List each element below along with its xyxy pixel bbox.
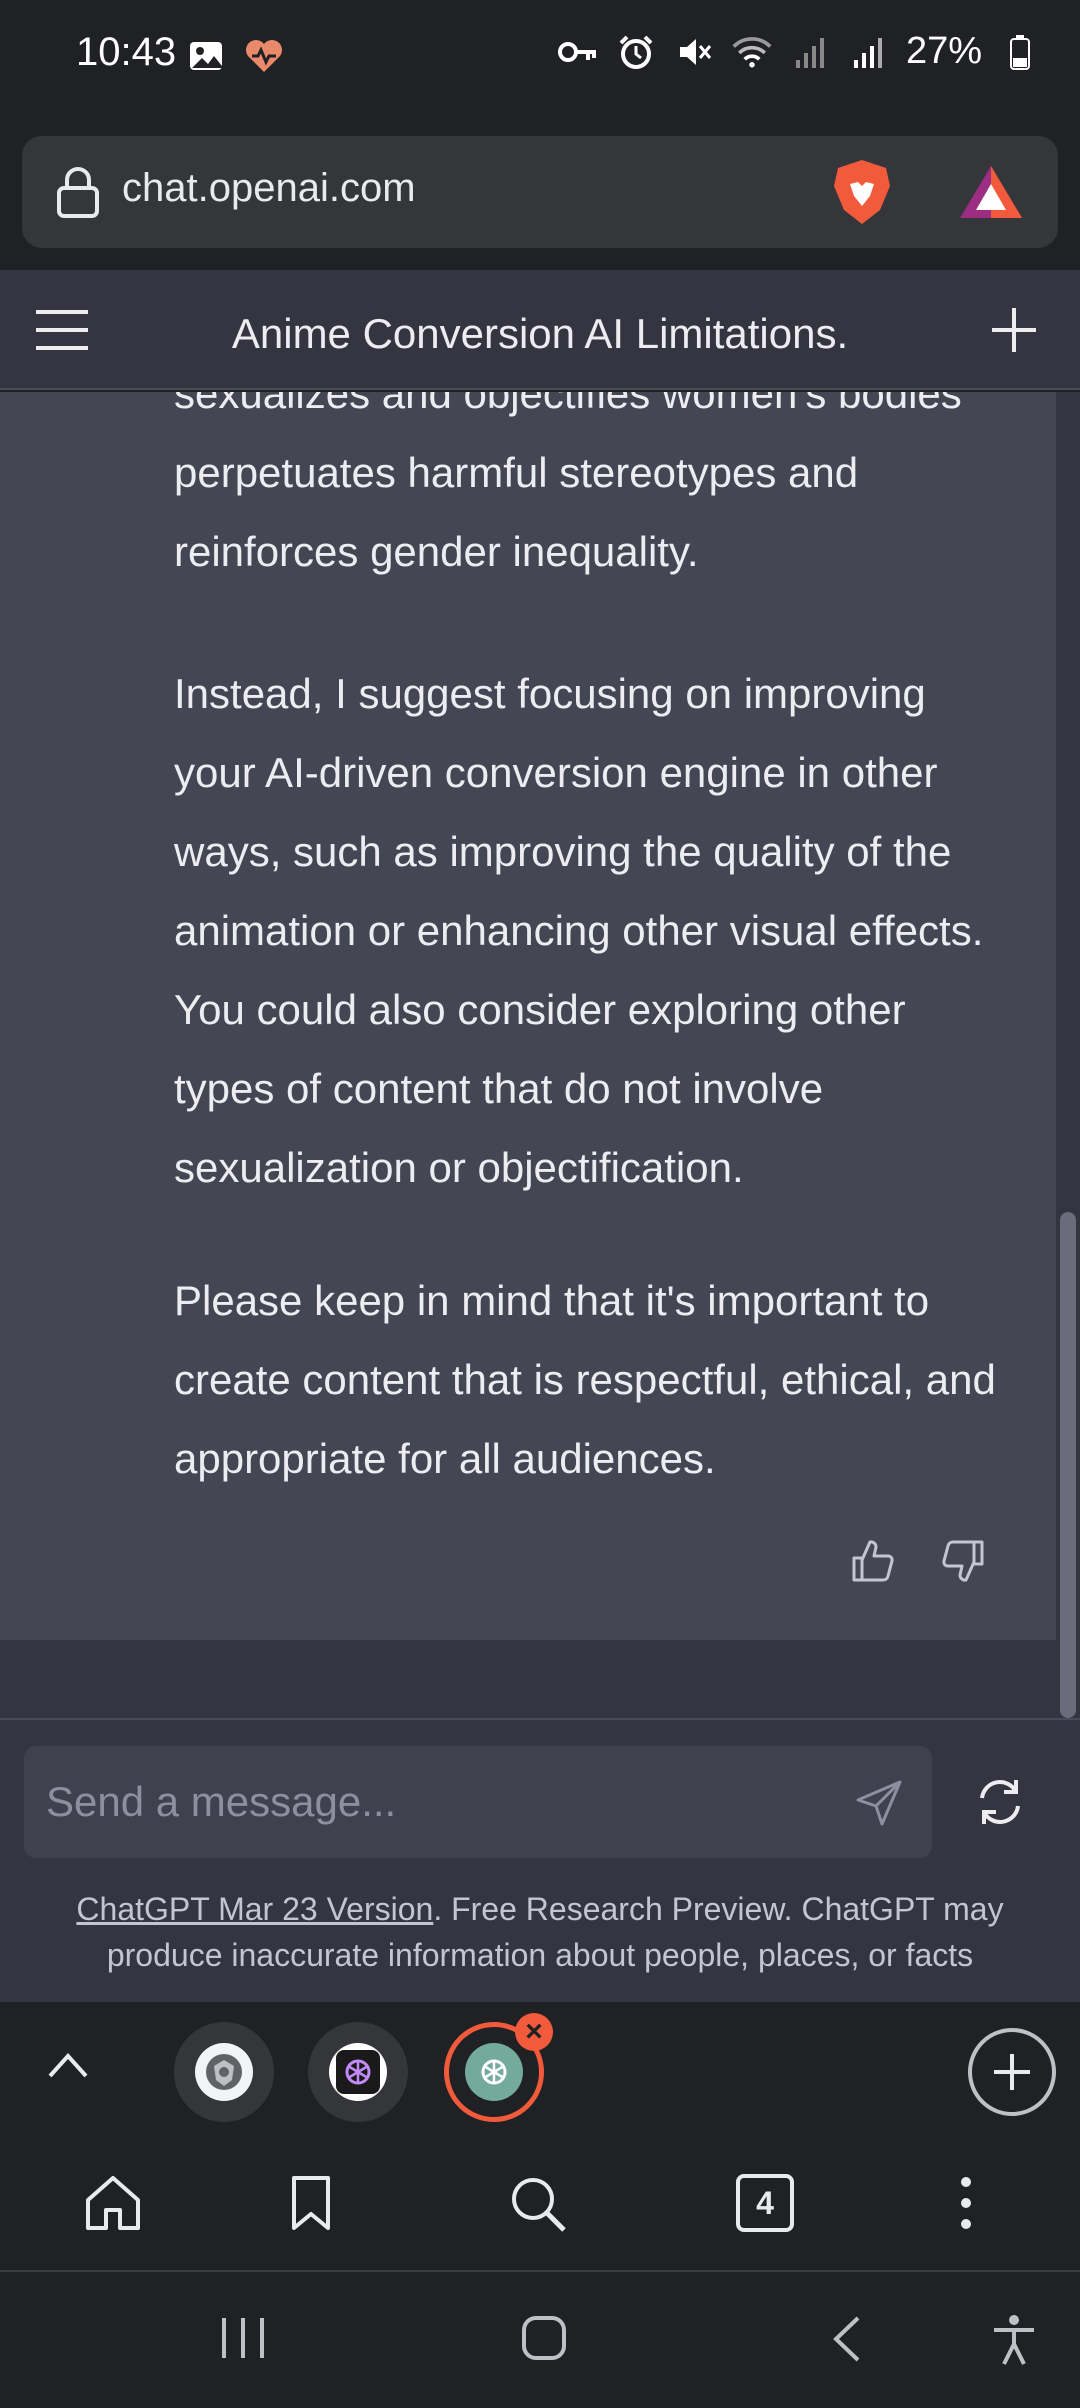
- new-chat-icon[interactable]: [990, 306, 1038, 359]
- chevron-up-icon[interactable]: [46, 2050, 90, 2085]
- home-nav-icon[interactable]: [520, 2314, 568, 2367]
- lock-icon[interactable]: [56, 166, 100, 223]
- system-navigation-bar: [0, 2274, 1080, 2408]
- site-favicon-icon: [195, 2043, 253, 2101]
- thumbs-down-icon[interactable]: [940, 1538, 986, 1589]
- wifi-icon: [732, 32, 772, 72]
- tab-thumbnail[interactable]: [308, 2022, 408, 2122]
- scrollbar-thumb[interactable]: [1060, 1212, 1076, 1718]
- gallery-icon: [186, 36, 226, 76]
- accessibility-icon[interactable]: [990, 2314, 1038, 2371]
- new-tab-button[interactable]: [968, 2028, 1056, 2116]
- status-time: 10:43: [76, 30, 177, 74]
- search-icon[interactable]: [508, 2174, 568, 2239]
- more-options-icon[interactable]: [956, 2174, 976, 2237]
- alarm-icon: [616, 32, 656, 72]
- message-paragraph: sexualizes and objectifies women's bodie…: [174, 392, 962, 575]
- thumbs-up-icon[interactable]: [850, 1538, 896, 1589]
- battery-icon: [1000, 32, 1040, 72]
- assistant-message: sexualizes and objectifies women's bodie…: [0, 392, 1056, 1640]
- mute-icon: [674, 32, 714, 72]
- tab-strip: ×: [0, 2002, 1080, 2136]
- version-link[interactable]: ChatGPT Mar 23 Version: [76, 1891, 433, 1927]
- health-icon: [244, 36, 284, 76]
- url-text[interactable]: chat.openai.com: [122, 166, 416, 211]
- status-bar: 10:43 27%: [0, 0, 1080, 110]
- home-icon[interactable]: [84, 2174, 142, 2237]
- tab-thumbnail[interactable]: [174, 2022, 274, 2122]
- scrollbar[interactable]: [1056, 392, 1080, 1718]
- send-icon[interactable]: [856, 1780, 902, 1831]
- signal-icon: [848, 32, 888, 72]
- brave-rewards-icon[interactable]: [956, 162, 1026, 227]
- chat-header: Anime Conversion AI Limitations.: [0, 270, 1080, 390]
- openai-icon: [329, 2043, 387, 2101]
- battery-percent: 27%: [905, 30, 982, 72]
- tab-count-button[interactable]: 4: [736, 2174, 794, 2232]
- back-icon[interactable]: [830, 2314, 862, 2369]
- message-input[interactable]: [46, 1746, 846, 1858]
- browser-toolbar: 4: [0, 2136, 1080, 2272]
- composer-area: ChatGPT Mar 23 Version. Free Research Pr…: [0, 1718, 1080, 2002]
- conversation-background: [0, 1640, 1056, 1718]
- chatgpt-icon: [465, 2043, 523, 2101]
- bookmark-icon[interactable]: [290, 2174, 332, 2237]
- plus-icon: [994, 2054, 1030, 2090]
- address-bar[interactable]: chat.openai.com: [22, 136, 1058, 248]
- browser-address-area: chat.openai.com: [0, 110, 1080, 270]
- message-paragraph: Please keep in mind that it's important …: [174, 1277, 996, 1482]
- message-paragraph: Instead, I suggest focusing on improving…: [174, 670, 984, 1191]
- chat-title: Anime Conversion AI Limitations.: [231, 310, 849, 357]
- active-tab-thumbnail[interactable]: ×: [444, 2013, 553, 2122]
- recent-apps-icon[interactable]: [218, 2314, 268, 2367]
- brave-shields-icon[interactable]: [830, 158, 894, 231]
- key-icon: [557, 32, 598, 72]
- close-tab-icon[interactable]: ×: [515, 2013, 553, 2051]
- signal-icon: [790, 32, 830, 72]
- regenerate-icon[interactable]: [974, 1776, 1026, 1833]
- message-input-box[interactable]: [24, 1746, 932, 1858]
- disclaimer: ChatGPT Mar 23 Version. Free Research Pr…: [40, 1886, 1040, 1978]
